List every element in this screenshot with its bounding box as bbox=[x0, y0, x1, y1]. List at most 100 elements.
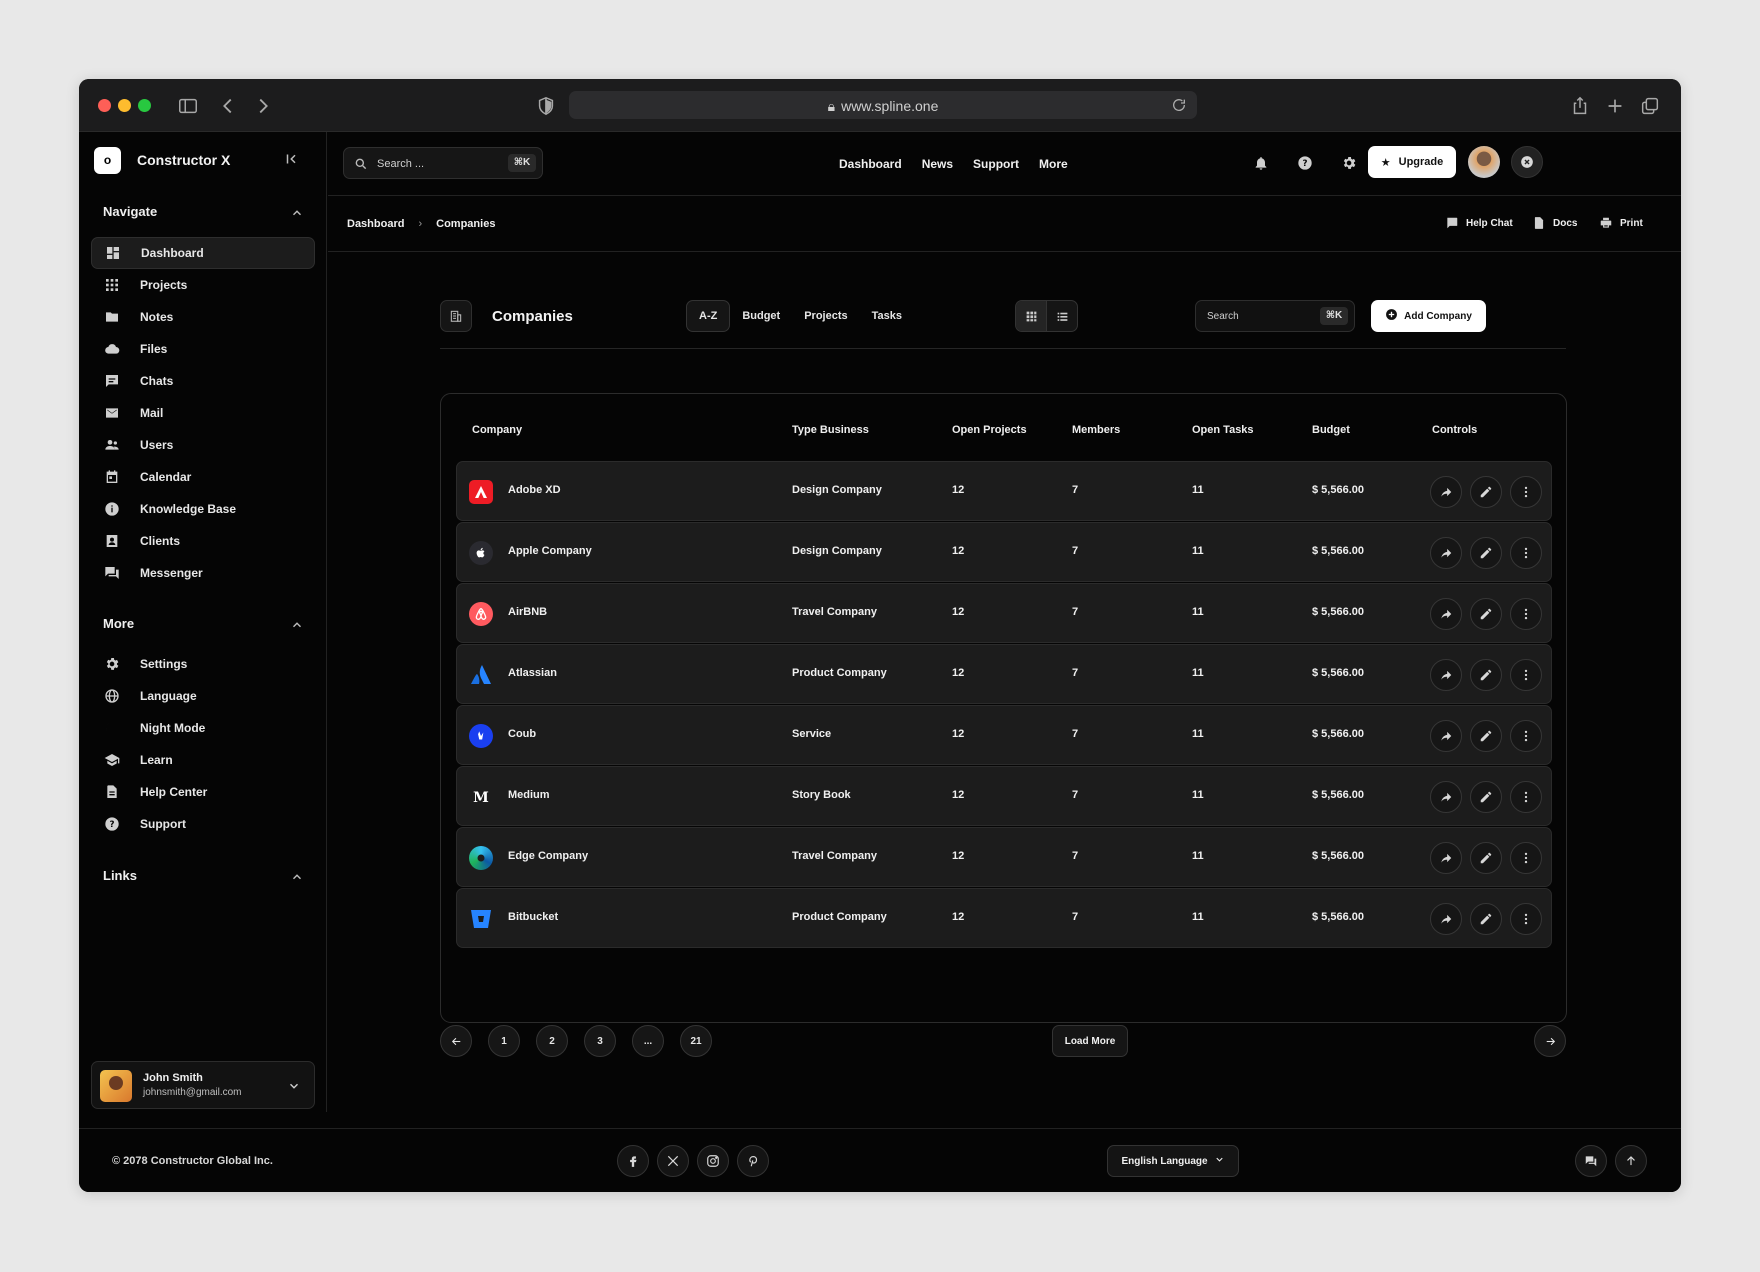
table-row[interactable]: Edge Company Travel Company 12 7 11 $ 5,566.0… bbox=[456, 827, 1552, 887]
docs-button[interactable]: Docs bbox=[1532, 216, 1577, 230]
table-row[interactable]: Atlassian Product Company 12 7 11 $ 5,566.00 bbox=[456, 644, 1552, 704]
load-more-button[interactable]: Load More bbox=[1052, 1025, 1128, 1057]
share-icon[interactable] bbox=[1430, 842, 1462, 874]
company-name[interactable]: AirBNB bbox=[508, 606, 547, 618]
sidebar-item-dashboard[interactable]: Dashboard bbox=[91, 237, 315, 269]
edit-icon[interactable] bbox=[1470, 476, 1502, 508]
breadcrumb-dashboard[interactable]: Dashboard bbox=[347, 218, 404, 230]
edit-icon[interactable] bbox=[1470, 720, 1502, 752]
company-name[interactable]: Atlassian bbox=[508, 667, 557, 679]
sidebar-item-learn[interactable]: Learn bbox=[91, 744, 315, 776]
profile-avatar[interactable] bbox=[1468, 146, 1500, 178]
sidebar-item-knowledge-base[interactable]: Knowledge Base bbox=[91, 493, 315, 525]
sidebar-item-support[interactable]: ? Support bbox=[91, 808, 315, 840]
facebook-icon[interactable] bbox=[617, 1145, 649, 1177]
tab-projects[interactable]: Projects bbox=[792, 300, 859, 332]
sidebar-item-chats[interactable]: Chats bbox=[91, 365, 315, 397]
more-vertical-icon[interactable] bbox=[1510, 781, 1542, 813]
more-vertical-icon[interactable] bbox=[1510, 903, 1542, 935]
tab-a-z[interactable]: A-Z bbox=[686, 300, 731, 332]
breadcrumb-companies[interactable]: Companies bbox=[436, 218, 495, 230]
share-icon[interactable] bbox=[1569, 95, 1591, 117]
share-icon[interactable] bbox=[1430, 903, 1462, 935]
company-name[interactable]: Coub bbox=[508, 728, 536, 740]
page-21-button[interactable]: 21 bbox=[680, 1025, 712, 1057]
company-name[interactable]: Edge Company bbox=[508, 850, 588, 862]
column-header-budget[interactable]: Budget bbox=[1312, 424, 1350, 436]
scroll-to-top-icon[interactable] bbox=[1615, 1145, 1647, 1177]
pinterest-icon[interactable] bbox=[737, 1145, 769, 1177]
list-view-icon[interactable] bbox=[1047, 301, 1077, 331]
edit-icon[interactable] bbox=[1470, 781, 1502, 813]
more-vertical-icon[interactable] bbox=[1510, 659, 1542, 691]
column-header-open-projects[interactable]: Open Projects bbox=[952, 424, 1027, 436]
sidebar-item-notes[interactable]: Notes bbox=[91, 301, 315, 333]
share-icon[interactable] bbox=[1430, 476, 1462, 508]
edit-icon[interactable] bbox=[1470, 598, 1502, 630]
new-tab-icon[interactable] bbox=[1604, 95, 1626, 117]
sidebar-item-night-mode[interactable]: Night Mode bbox=[91, 712, 315, 744]
more-vertical-icon[interactable] bbox=[1510, 476, 1542, 508]
share-icon[interactable] bbox=[1430, 781, 1462, 813]
column-header-type-business[interactable]: Type Business bbox=[792, 424, 869, 436]
reload-icon[interactable] bbox=[1171, 97, 1187, 113]
company-name[interactable]: Adobe XD bbox=[508, 484, 561, 496]
sidebar-item-projects[interactable]: Projects bbox=[91, 269, 315, 301]
upgrade-button[interactable]: ★ Upgrade bbox=[1368, 146, 1456, 178]
edit-icon[interactable] bbox=[1470, 537, 1502, 569]
shield-icon[interactable] bbox=[535, 95, 557, 117]
chevron-up-icon[interactable] bbox=[290, 870, 304, 884]
page-ellipsis[interactable]: ... bbox=[632, 1025, 664, 1057]
sidebar-item-files[interactable]: Files bbox=[91, 333, 315, 365]
tab-budget[interactable]: Budget bbox=[730, 300, 792, 332]
forward-icon[interactable] bbox=[252, 95, 274, 117]
edit-icon[interactable] bbox=[1470, 842, 1502, 874]
more-vertical-icon[interactable] bbox=[1510, 842, 1542, 874]
table-row[interactable]: AirBNB Travel Company 12 7 11 $ 5,566.00 bbox=[456, 583, 1552, 643]
table-row[interactable]: Apple Company Design Company 12 7 11 $ 5,566.… bbox=[456, 522, 1552, 582]
chat-icon[interactable] bbox=[1575, 1145, 1607, 1177]
sidebar-item-settings[interactable]: Settings bbox=[91, 648, 315, 680]
sidebar-item-messenger[interactable]: Messenger bbox=[91, 557, 315, 589]
brand[interactable]: o Constructor X bbox=[94, 146, 230, 174]
grid-view-icon[interactable] bbox=[1016, 301, 1047, 331]
maximize-window-button[interactable] bbox=[138, 99, 151, 112]
table-row[interactable]: Coub Service 12 7 11 $ 5,566.00 bbox=[456, 705, 1552, 765]
column-header-members[interactable]: Members bbox=[1072, 424, 1120, 436]
share-icon[interactable] bbox=[1430, 537, 1462, 569]
share-icon[interactable] bbox=[1430, 598, 1462, 630]
x-twitter-icon[interactable] bbox=[657, 1145, 689, 1177]
add-company-button[interactable]: Add Company bbox=[1371, 300, 1486, 332]
page-1-button[interactable]: 1 bbox=[488, 1025, 520, 1057]
page-2-button[interactable]: 2 bbox=[536, 1025, 568, 1057]
column-header-company[interactable]: Company bbox=[472, 424, 522, 436]
share-icon[interactable] bbox=[1430, 659, 1462, 691]
edit-icon[interactable] bbox=[1470, 903, 1502, 935]
help-icon[interactable]: ? bbox=[1297, 155, 1313, 171]
table-row[interactable]: Bitbucket Product Company 12 7 11 $ 5,566.00 bbox=[456, 888, 1552, 948]
more-vertical-icon[interactable] bbox=[1510, 598, 1542, 630]
gear-icon[interactable] bbox=[1341, 155, 1357, 171]
sidebar-item-help-center[interactable]: Help Center bbox=[91, 776, 315, 808]
more-vertical-icon[interactable] bbox=[1510, 537, 1542, 569]
sidebar-item-mail[interactable]: Mail bbox=[91, 397, 315, 429]
chevron-down-icon[interactable] bbox=[287, 1079, 301, 1093]
table-row[interactable]: Adobe XD Design Company 12 7 11 $ 5,566.00 bbox=[456, 461, 1552, 521]
sidebar-item-calendar[interactable]: Calendar bbox=[91, 461, 315, 493]
top-nav-dashboard[interactable]: Dashboard bbox=[839, 157, 902, 171]
bell-icon[interactable] bbox=[1253, 155, 1269, 171]
print-button[interactable]: Print bbox=[1599, 216, 1643, 230]
previous-page-button[interactable] bbox=[440, 1025, 472, 1057]
help-chat-button[interactable]: Help Chat bbox=[1445, 216, 1513, 230]
companies-search[interactable]: Search ⌘K bbox=[1195, 300, 1355, 332]
sidebar-item-users[interactable]: Users bbox=[91, 429, 315, 461]
next-page-button[interactable] bbox=[1534, 1025, 1566, 1057]
page-3-button[interactable]: 3 bbox=[584, 1025, 616, 1057]
user-card[interactable]: John Smith johnsmith@gmail.com bbox=[91, 1061, 315, 1109]
instagram-icon[interactable] bbox=[697, 1145, 729, 1177]
top-nav-news[interactable]: News bbox=[922, 157, 953, 171]
table-row[interactable]: M Medium Story Book 12 7 11 $ 5,566.00 bbox=[456, 766, 1552, 826]
sidebar-item-language[interactable]: Language bbox=[91, 680, 315, 712]
close-window-button[interactable] bbox=[98, 99, 111, 112]
back-icon[interactable] bbox=[217, 95, 239, 117]
